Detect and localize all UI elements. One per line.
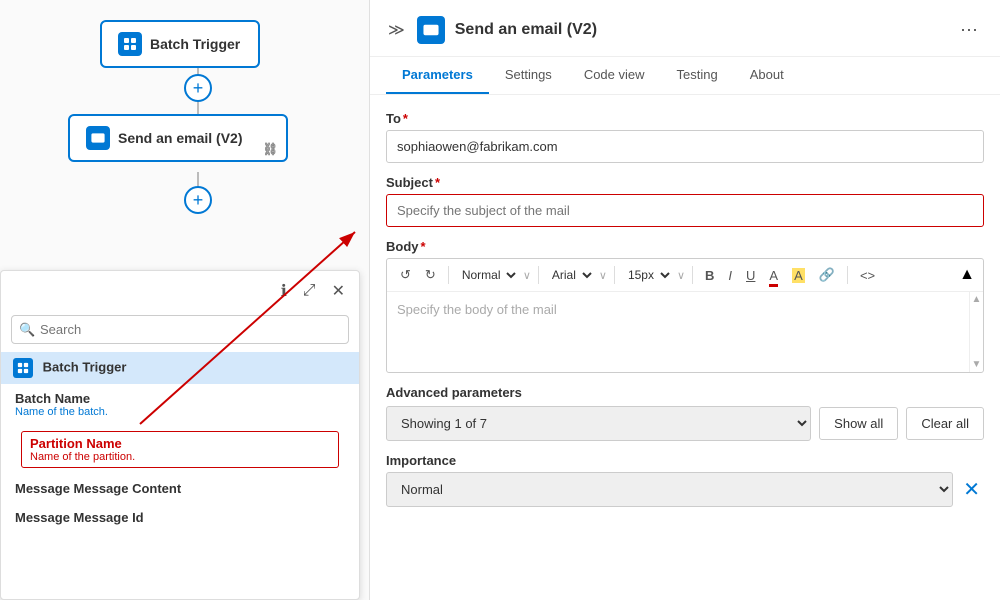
dp-header: ℹ ⤢ ✕ [1, 271, 359, 311]
rp-more-btn[interactable]: ⋯ [954, 18, 984, 43]
body-required: * [421, 239, 426, 254]
sep2 [538, 266, 539, 284]
send-email-icon [86, 126, 110, 150]
sep1 [448, 266, 449, 284]
dp-info-btn[interactable]: ℹ [277, 279, 291, 303]
dp-section-header: Batch Trigger [1, 352, 359, 384]
size-select[interactable]: 15px [622, 265, 673, 285]
adv-params-select[interactable]: Showing 1 of 7 [386, 406, 811, 441]
body-editor: ↺ ↻ Normal ∨ Arial ∨ 15px ∨ B I [386, 258, 984, 373]
dp-item-batch-name-title: Batch Name [15, 391, 345, 406]
sep3 [614, 266, 615, 284]
dp-item-message-id-title: Message Message Id [15, 510, 345, 525]
plus-circle-1[interactable]: + [184, 74, 212, 102]
rp-body: To* Subject* Body* ↺ ↻ Normal ∨ Arial [370, 95, 1000, 600]
body-toolbar: ↺ ↻ Normal ∨ Arial ∨ 15px ∨ B I [387, 259, 983, 292]
dp-section-title: Batch Trigger [43, 359, 127, 374]
body-label: Body* [386, 239, 984, 254]
chevron-font: ∨ [599, 269, 607, 282]
section-icon [13, 358, 33, 378]
font-color-btn[interactable]: A [764, 265, 783, 286]
subject-required: * [435, 175, 440, 190]
to-required: * [403, 111, 408, 126]
adv-params-row: Showing 1 of 7 Show all Clear all [386, 406, 984, 441]
rp-expand-btn[interactable]: ≫ [386, 18, 407, 42]
show-all-btn[interactable]: Show all [819, 407, 898, 440]
plus-circle-2[interactable]: + [184, 186, 212, 214]
right-panel: ≫ Send an email (V2) ⋯ Parameters Settin… [370, 0, 1000, 600]
send-email-node[interactable]: Send an email (V2) ⛓ [68, 114, 288, 162]
chevron-size: ∨ [677, 269, 685, 282]
dp-item-partition-name[interactable]: Partition Name Name of the partition. [1, 425, 359, 474]
tab-code-view[interactable]: Code view [568, 57, 661, 94]
clear-all-btn[interactable]: Clear all [906, 407, 984, 440]
batch-trigger-node[interactable]: Batch Trigger [100, 20, 260, 68]
dynamic-content-panel: ℹ ⤢ ✕ 🔍 Batch Trigger Batch Name Name of… [0, 270, 360, 600]
to-input[interactable] [386, 130, 984, 163]
dp-search-wrap: 🔍 [11, 315, 349, 344]
batch-trigger-icon [118, 32, 142, 56]
dp-item-batch-name[interactable]: Batch Name Name of the batch. [1, 384, 359, 425]
dp-item-partition-name-desc: Name of the partition. [30, 451, 330, 463]
body-scrollbar: ▲ ▼ [969, 292, 983, 372]
sep4 [692, 266, 693, 284]
tab-parameters[interactable]: Parameters [386, 57, 489, 94]
dp-close-btn[interactable]: ✕ [328, 279, 349, 303]
rp-tabs: Parameters Settings Code view Testing Ab… [370, 57, 1000, 95]
subject-input[interactable] [386, 194, 984, 227]
importance-row: Normal ✕ [386, 472, 984, 507]
importance-close-btn[interactable]: ✕ [959, 473, 984, 506]
add-step-btn-1[interactable]: + [184, 74, 212, 102]
importance-label: Importance [386, 453, 984, 468]
dp-item-message-id[interactable]: Message Message Id [1, 503, 359, 532]
scroll-up-area: ▲ [959, 266, 975, 284]
body-placeholder: Specify the body of the mail [397, 302, 557, 317]
search-icon: 🔍 [19, 322, 35, 338]
underline-btn[interactable]: U [741, 265, 760, 286]
connector-line-2 [197, 100, 199, 114]
rp-title: Send an email (V2) [455, 21, 944, 39]
bold-btn[interactable]: B [700, 265, 719, 286]
body-content-area: Specify the body of the mail ▲ ▼ [387, 292, 983, 372]
code-btn[interactable]: <> [855, 265, 880, 286]
to-label: To* [386, 111, 984, 126]
sep5 [847, 266, 848, 284]
dp-item-message-content[interactable]: Message Message Content [1, 474, 359, 503]
rp-title-icon [417, 16, 445, 44]
body-content[interactable]: Specify the body of the mail [387, 292, 969, 372]
workflow-canvas: Batch Trigger + Send an email (V2) ⛓ + ℹ… [0, 0, 370, 600]
batch-trigger-label: Batch Trigger [150, 36, 240, 52]
scroll-up-icon: ▲ [970, 294, 983, 305]
chevron-normal: ∨ [523, 269, 531, 282]
dp-expand-btn[interactable]: ⤢ [299, 279, 320, 303]
link-btn[interactable]: 🔗 [814, 264, 840, 286]
tab-testing[interactable]: Testing [661, 57, 734, 94]
tab-settings[interactable]: Settings [489, 57, 568, 94]
italic-btn[interactable]: I [723, 265, 737, 286]
dp-item-partition-name-title: Partition Name [30, 436, 330, 451]
dp-search-input[interactable] [11, 315, 349, 344]
redo-btn[interactable]: ↻ [420, 264, 441, 286]
tab-about[interactable]: About [734, 57, 800, 94]
undo-btn[interactable]: ↺ [395, 264, 416, 286]
scroll-down-icon: ▼ [970, 359, 983, 370]
dp-partition-border: Partition Name Name of the partition. [21, 431, 339, 468]
dp-item-message-content-title: Message Message Content [15, 481, 345, 496]
rp-header: ≫ Send an email (V2) ⋯ [370, 0, 1000, 57]
send-email-label: Send an email (V2) [118, 130, 242, 146]
font-select[interactable]: Arial [546, 265, 595, 285]
dp-search-area: 🔍 [1, 311, 359, 352]
importance-select[interactable]: Normal [386, 472, 953, 507]
add-step-btn-2[interactable]: + [184, 186, 212, 214]
format-select[interactable]: Normal [456, 265, 519, 285]
link-icon: ⛓ [263, 142, 278, 156]
adv-params-label: Advanced parameters [386, 385, 984, 400]
highlight-btn[interactable]: A [787, 265, 810, 286]
dp-item-batch-name-desc: Name of the batch. [15, 406, 345, 418]
subject-label: Subject* [386, 175, 984, 190]
